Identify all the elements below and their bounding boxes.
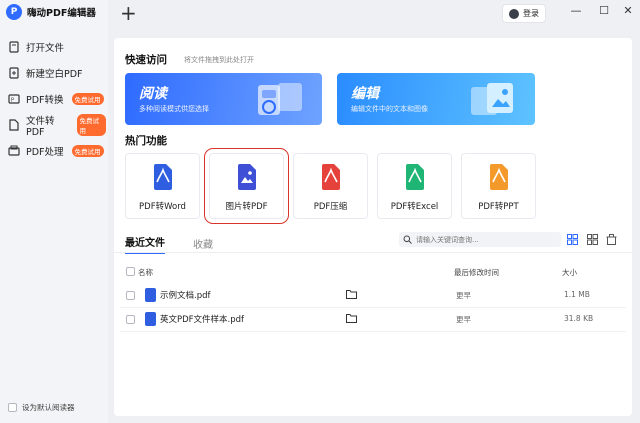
file-size: 1.1 MB [564,290,590,299]
column-header-name[interactable]: 名称 [138,267,153,278]
minimize-button[interactable]: — [569,4,583,18]
sidebar-item-label: 新建空白PDF [26,69,83,80]
open-folder-icon[interactable] [346,289,357,299]
sidebar-item-label: PDF处理 [26,147,64,158]
image-to-pdf-tool[interactable]: 图片转PDF [204,148,289,224]
app-logo: P 嗨动PDF编辑器 [6,4,96,20]
close-button[interactable]: ✕ [621,4,635,18]
row-checkbox[interactable] [126,291,135,300]
column-header-modified[interactable]: 最后修改时间 [454,267,499,278]
free-trial-badge: 免费试用 [71,93,104,105]
row-checkbox[interactable] [126,315,135,324]
new-tab-button[interactable]: + [120,2,137,24]
select-all-checkbox[interactable] [126,267,135,276]
table-row[interactable]: 英文PDF文件样本.pdf 更早 31.8 KB [114,308,632,332]
quick-access-title: 快速访问 [125,54,167,66]
svg-text:P: P [11,98,14,104]
banner-title: 编辑 [351,86,379,102]
file-modified: 更早 [456,315,471,324]
pdf-to-ppt-icon [490,164,508,190]
pdf-to-word-tool[interactable]: PDF转Word [125,153,200,219]
maximize-button[interactable]: ☐ [597,4,611,18]
default-reader-label: 设为默认阅读器 [22,403,75,412]
file-name: 英文PDF文件样本.pdf [160,315,245,325]
tab-recent-files[interactable]: 最近文件 [125,234,165,254]
pdf-to-ppt-tool[interactable]: PDF转PPT [461,153,536,219]
pdf-file-icon [145,288,156,302]
open-file-icon [8,41,20,53]
row-divider [120,331,626,332]
list-view-icon[interactable] [567,234,578,245]
tool-label: PDF转PPT [478,202,519,212]
sidebar-item-open-file[interactable]: 打开文件 [6,34,106,60]
search-input[interactable] [416,235,556,244]
logo-icon: P [6,4,22,20]
file-to-pdf-icon [8,119,20,131]
table-row[interactable]: 示例文档.pdf 更早 1.1 MB [114,284,632,308]
sidebar-item-label: 打开文件 [26,43,65,54]
grid-view-icon[interactable] [587,234,598,245]
tool-label: PDF转Excel [390,202,439,212]
divider [114,252,632,253]
avatar-icon [509,8,519,19]
sidebar-item-label: 文件转PDF [26,115,55,138]
pdf-compress-icon [322,164,340,190]
pdf-process-icon [8,145,20,157]
default-reader-checkbox[interactable] [8,403,17,412]
tool-label: PDF转Word [139,202,186,212]
free-trial-badge: 免费试用 [76,114,106,136]
pdf-to-excel-tool[interactable]: PDF转Excel [377,153,452,219]
banner-title: 阅读 [139,86,167,102]
sidebar-item-pdf-process[interactable]: PDF处理 免费试用 [6,138,106,164]
title-bar: + 登录 — ☐ ✕ [108,0,640,28]
edit-illustration-icon [471,83,513,115]
sidebar-item-label: PDF转换 [26,95,64,106]
search-box [399,232,561,247]
sidebar-nav: 打开文件 新建空白PDF P PDF转换 免费试用 文件转PDF 免费试用 PD… [6,34,106,164]
sidebar: P 嗨动PDF编辑器 打开文件 新建空白PDF P PDF转换 免费试用 文件转… [0,0,108,423]
file-size: 31.8 KB [564,314,594,323]
sidebar-item-new-pdf[interactable]: 新建空白PDF [6,60,106,86]
login-button[interactable]: 登录 [503,5,545,22]
tool-label: PDF压缩 [313,202,348,212]
default-reader-option[interactable]: 设为默认阅读器 [8,402,75,413]
tool-label: 图片转PDF [225,202,268,212]
pdf-convert-icon: P [8,93,20,105]
hot-features-title: 热门功能 [125,135,167,147]
pdf-compress-tool[interactable]: PDF压缩 [293,153,368,219]
file-name: 示例文档.pdf [160,291,211,301]
banner-subtitle: 编辑文件中的文本和图像 [351,105,428,113]
edit-banner[interactable]: 编辑 编辑文件中的文本和图像 [337,73,535,125]
pdf-to-word-icon [154,164,172,190]
sidebar-item-pdf-convert[interactable]: P PDF转换 免费试用 [6,86,106,112]
open-folder-icon[interactable] [346,313,357,323]
column-header-size[interactable]: 大小 [562,267,577,278]
recent-tabs: 最近文件 收藏 [125,234,213,254]
search-icon [403,235,412,244]
new-pdf-icon [8,67,20,79]
login-label: 登录 [523,9,539,18]
clear-icon[interactable] [606,234,617,245]
read-illustration-icon [258,83,302,115]
pdf-to-excel-icon [406,164,424,190]
app-name: 嗨动PDF编辑器 [27,8,96,19]
hot-features-grid: PDF转Word 图片转PDF PDF压缩 PDF转Excel PDF转PPT [125,148,536,224]
file-modified: 更早 [456,291,471,300]
sidebar-item-file-to-pdf[interactable]: 文件转PDF 免费试用 [6,112,106,138]
free-trial-badge: 免费试用 [71,145,104,157]
image-to-pdf-icon [238,164,256,190]
main-panel: 快速访问 将文件拖拽到此处打开 阅读 多种阅读模式供您选择 编辑 编辑文件中的文… [114,38,632,416]
pdf-file-icon [145,312,156,326]
read-banner[interactable]: 阅读 多种阅读模式供您选择 [125,73,322,125]
banner-subtitle: 多种阅读模式供您选择 [139,105,209,113]
drop-hint: 将文件拖拽到此处打开 [184,56,254,64]
